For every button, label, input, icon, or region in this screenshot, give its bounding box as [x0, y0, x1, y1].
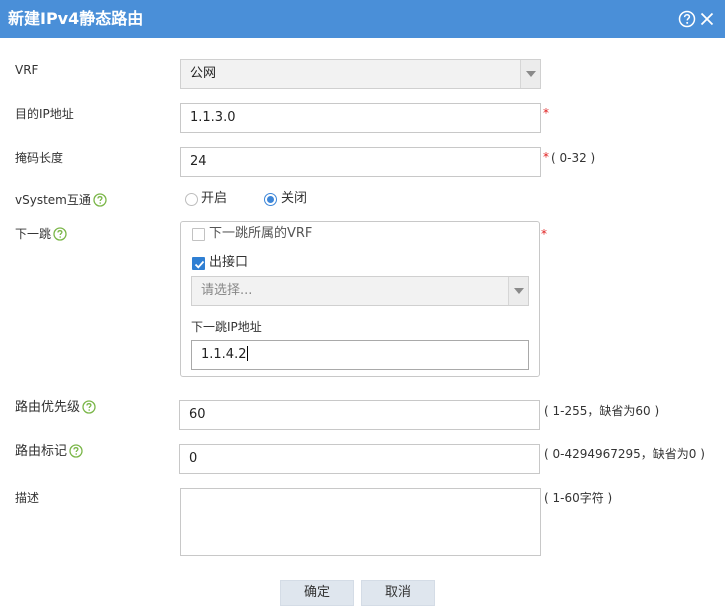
help-icon[interactable]: [678, 10, 696, 28]
chevron-down-icon[interactable]: [520, 60, 540, 88]
nexthop-ip-label: 下一跳IP地址: [191, 320, 262, 334]
description-textarea[interactable]: [180, 488, 541, 556]
tag-label: 路由标记: [15, 444, 83, 460]
nexthop-vrf-label: 下一跳所属的VRF: [209, 226, 313, 241]
mask-label: 掩码长度: [15, 151, 64, 165]
vrf-label: VRF: [15, 63, 39, 77]
priority-hint: ( 1-255，缺省为60 ): [544, 404, 660, 418]
dest-ip-input[interactable]: 1.1.3.0: [180, 103, 541, 133]
vsystem-off-radio[interactable]: [264, 193, 277, 206]
outif-label: 出接口: [209, 255, 249, 270]
dialog-titlebar: 新建IPv4静态路由: [0, 0, 725, 38]
question-icon[interactable]: [53, 227, 67, 241]
tag-input[interactable]: 0: [179, 444, 540, 474]
vsystem-label-text: vSystem互通: [15, 193, 91, 207]
question-icon[interactable]: [69, 444, 83, 458]
cancel-button[interactable]: 取消: [361, 580, 435, 606]
vsystem-off-label: 关闭: [281, 191, 308, 206]
priority-label: 路由优先级: [15, 400, 96, 416]
vrf-select-value: 公网: [190, 66, 217, 81]
vsystem-on-radio[interactable]: [185, 193, 198, 206]
mask-hint: ( 0-32 ): [551, 151, 596, 165]
question-icon[interactable]: [93, 193, 107, 207]
ok-button[interactable]: 确定: [280, 580, 354, 606]
required-mark: *: [541, 227, 547, 241]
vsystem-on-label: 开启: [201, 191, 228, 206]
vrf-select[interactable]: 公网: [180, 59, 541, 89]
nexthop-panel: 下一跳所属的VRF 出接口 请选择... 下一跳IP地址 1.1.4.2: [180, 221, 540, 377]
required-mark: *: [543, 106, 549, 120]
vsystem-label: vSystem互通: [15, 192, 107, 208]
description-hint: ( 1-60字符 ): [544, 491, 613, 505]
tag-hint: ( 0-4294967295，缺省为0 ): [544, 447, 705, 461]
required-mark: *: [543, 150, 549, 164]
chevron-down-icon[interactable]: [508, 277, 528, 305]
close-icon[interactable]: [698, 10, 716, 28]
nexthop-vrf-checkbox[interactable]: [192, 228, 205, 241]
question-icon[interactable]: [82, 400, 96, 414]
mask-input[interactable]: 24: [180, 147, 541, 177]
nexthop-ip-input[interactable]: 1.1.4.2: [191, 340, 529, 370]
outif-select[interactable]: 请选择...: [191, 276, 529, 306]
nexthop-label: 下一跳: [15, 226, 67, 242]
tag-label-text: 路由标记: [15, 444, 68, 459]
outif-checkbox[interactable]: [192, 257, 205, 270]
nexthop-label-text: 下一跳: [15, 227, 52, 241]
dest-ip-label: 目的IP地址: [15, 107, 74, 121]
priority-label-text: 路由优先级: [15, 400, 81, 415]
description-label: 描述: [15, 491, 40, 505]
dialog-title: 新建IPv4静态路由: [8, 9, 144, 28]
text-cursor: [247, 346, 249, 361]
priority-input[interactable]: 60: [179, 400, 540, 430]
nexthop-ip-value: 1.1.4.2: [201, 347, 247, 362]
outif-select-placeholder: 请选择...: [201, 283, 253, 298]
